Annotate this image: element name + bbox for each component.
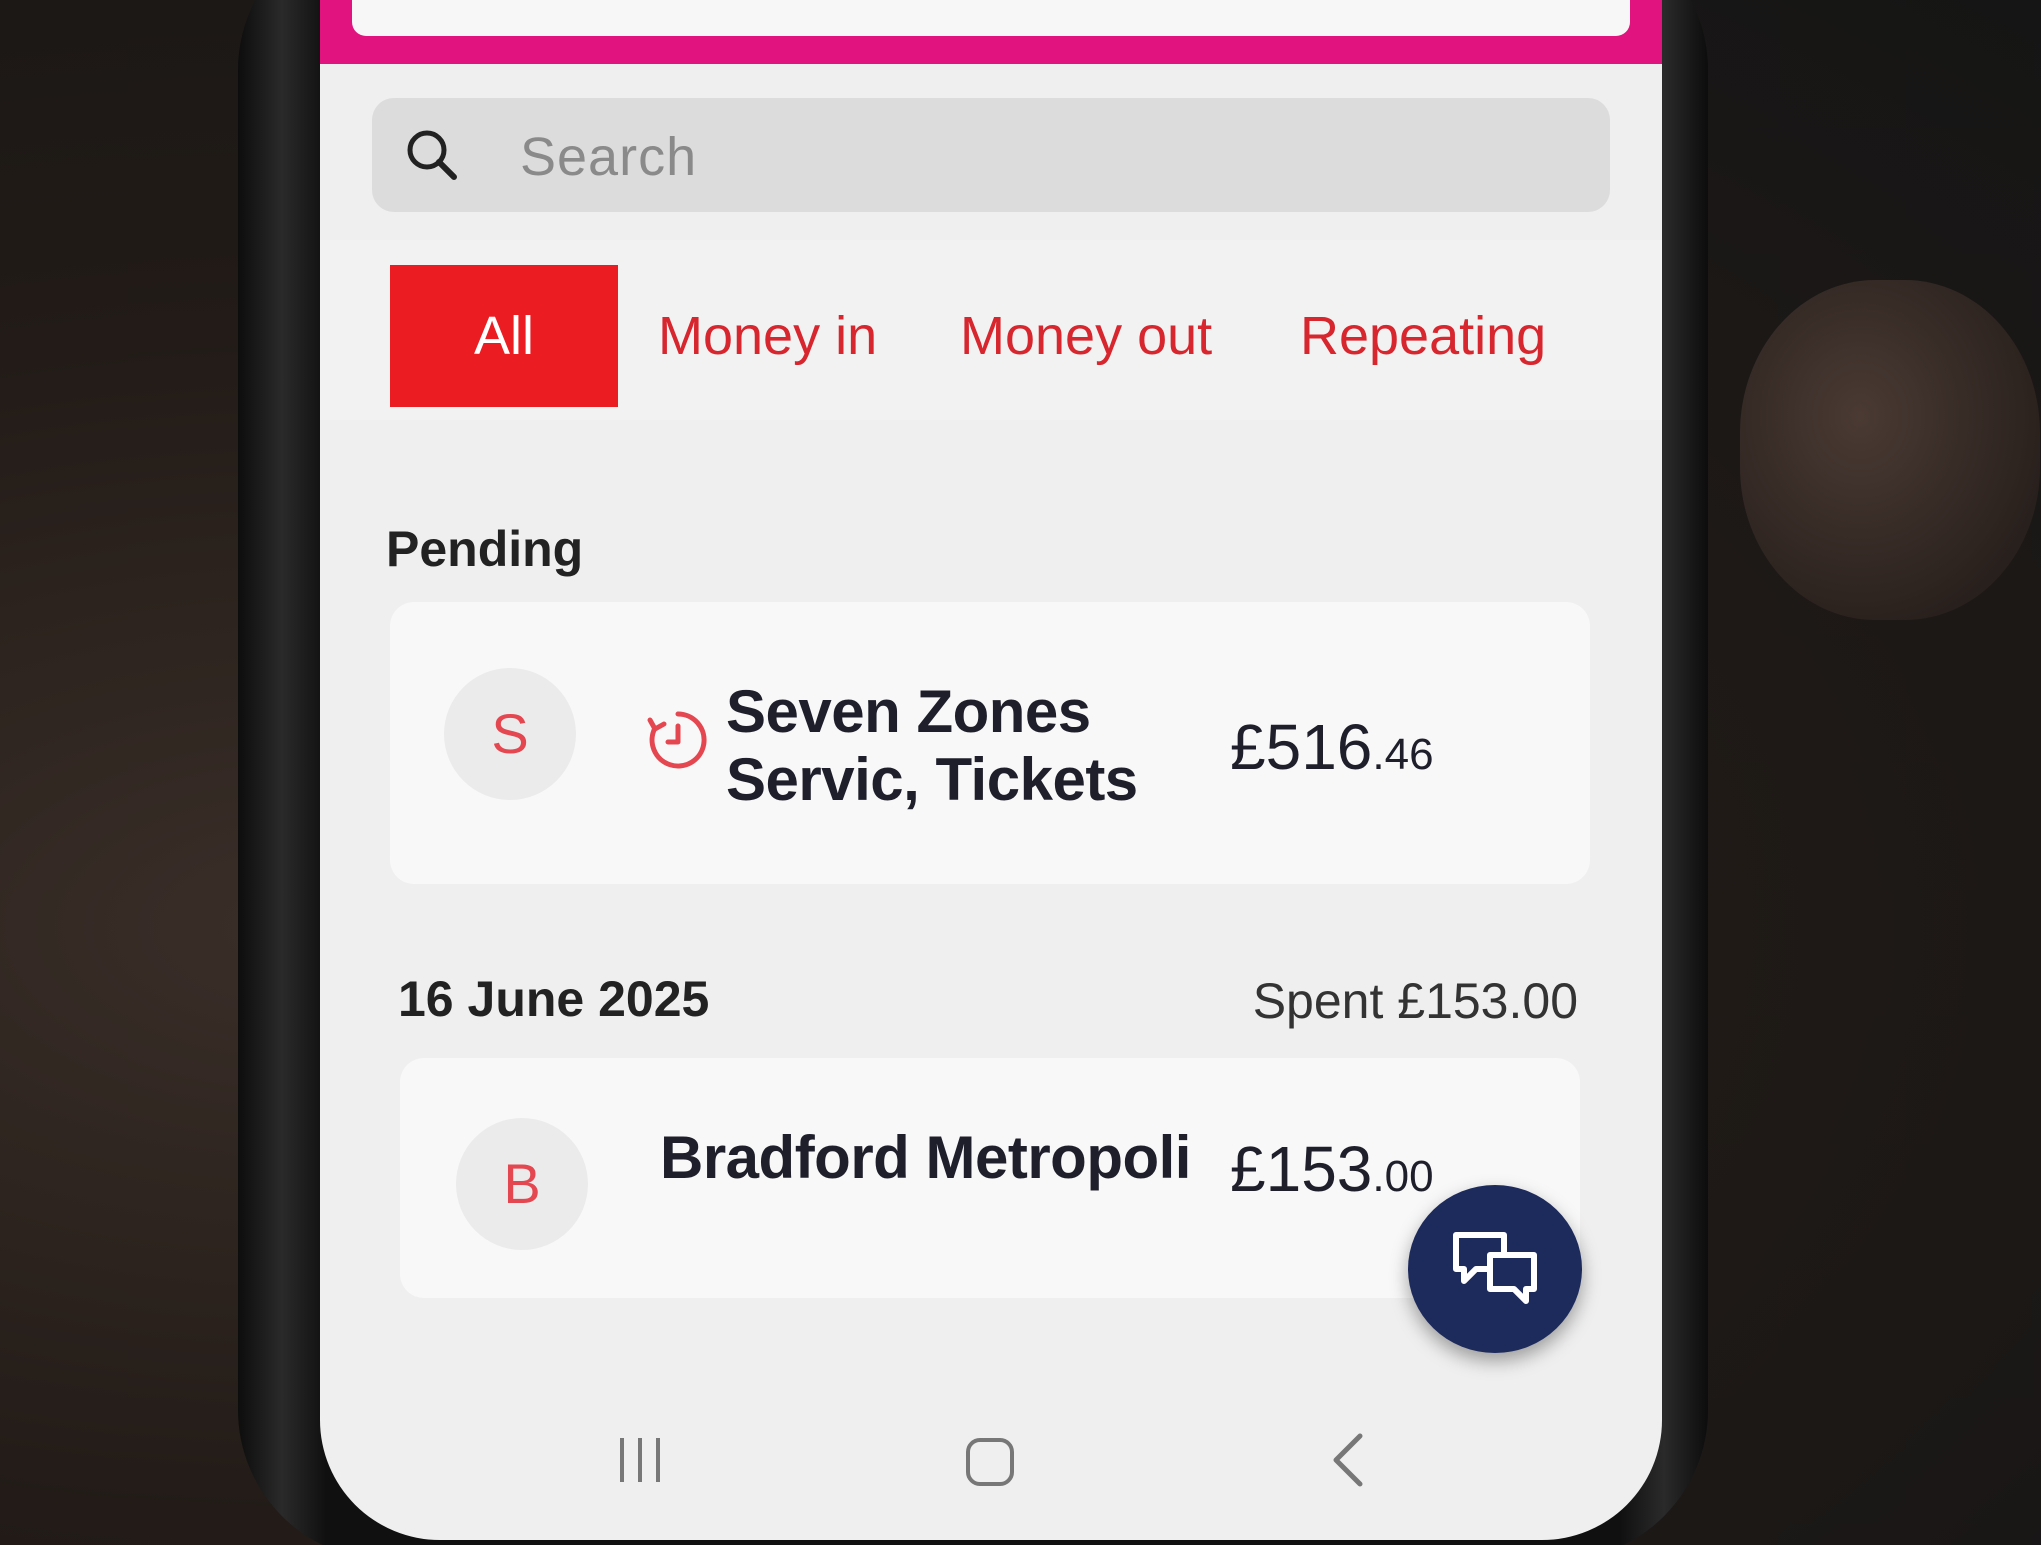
tab-money-in[interactable]: Money in: [658, 265, 877, 407]
chat-button[interactable]: [1408, 1185, 1582, 1353]
amount-minor: .46: [1372, 730, 1434, 779]
transaction-card[interactable]: B Bradford Metropoli £153.00: [400, 1058, 1580, 1298]
pending-heading: Pending: [386, 521, 584, 577]
merchant-avatar: S: [444, 668, 576, 800]
tab-money-out[interactable]: Money out: [960, 265, 1212, 407]
merchant-name: Bradford Metropoli: [660, 1124, 1191, 1191]
amount-major: £153: [1230, 1133, 1373, 1205]
finger: [1740, 280, 2040, 620]
amount-minor: .00: [1372, 1152, 1434, 1201]
header-card: [352, 0, 1630, 36]
pending-transaction-card[interactable]: S Seven Zones Servic, Tickets £516.46: [390, 602, 1590, 884]
merchant-name-line1: Seven Zones: [726, 678, 1091, 745]
home-icon[interactable]: [960, 1430, 1020, 1490]
transaction-amount: £516.46: [1230, 710, 1434, 784]
merchant-avatar: B: [456, 1118, 588, 1250]
merchant-name-line2: Servic, Tickets: [726, 746, 1138, 813]
search-icon: [407, 130, 457, 180]
phone-screen: Search All Money in Money out Repeating …: [320, 0, 1662, 1540]
group-spent-total: Spent £153.00: [1252, 973, 1578, 1029]
back-icon[interactable]: [1320, 1430, 1380, 1490]
photo-background: Search All Money in Money out Repeating …: [0, 0, 2041, 1545]
chat-bubbles-icon: [1453, 1232, 1537, 1304]
group-date: 16 June 2025: [398, 971, 710, 1027]
transaction-amount: £153.00: [1230, 1132, 1434, 1206]
clock-pending-icon: [647, 711, 707, 769]
search-bar[interactable]: Search: [372, 98, 1610, 212]
date-group-header: 16 June 2025 Spent £153.00: [398, 970, 1578, 1040]
amount-major: £516: [1230, 711, 1373, 783]
tab-all[interactable]: All: [390, 265, 618, 407]
filter-tabs: All Money in Money out Repeating: [320, 240, 1662, 420]
recents-icon[interactable]: [610, 1430, 670, 1490]
tab-repeating[interactable]: Repeating: [1300, 265, 1546, 407]
system-navigation-bar: [320, 1410, 1662, 1520]
search-input[interactable]: Search: [520, 126, 697, 188]
merchant-name: Seven Zones Servic, Tickets: [726, 678, 1138, 814]
